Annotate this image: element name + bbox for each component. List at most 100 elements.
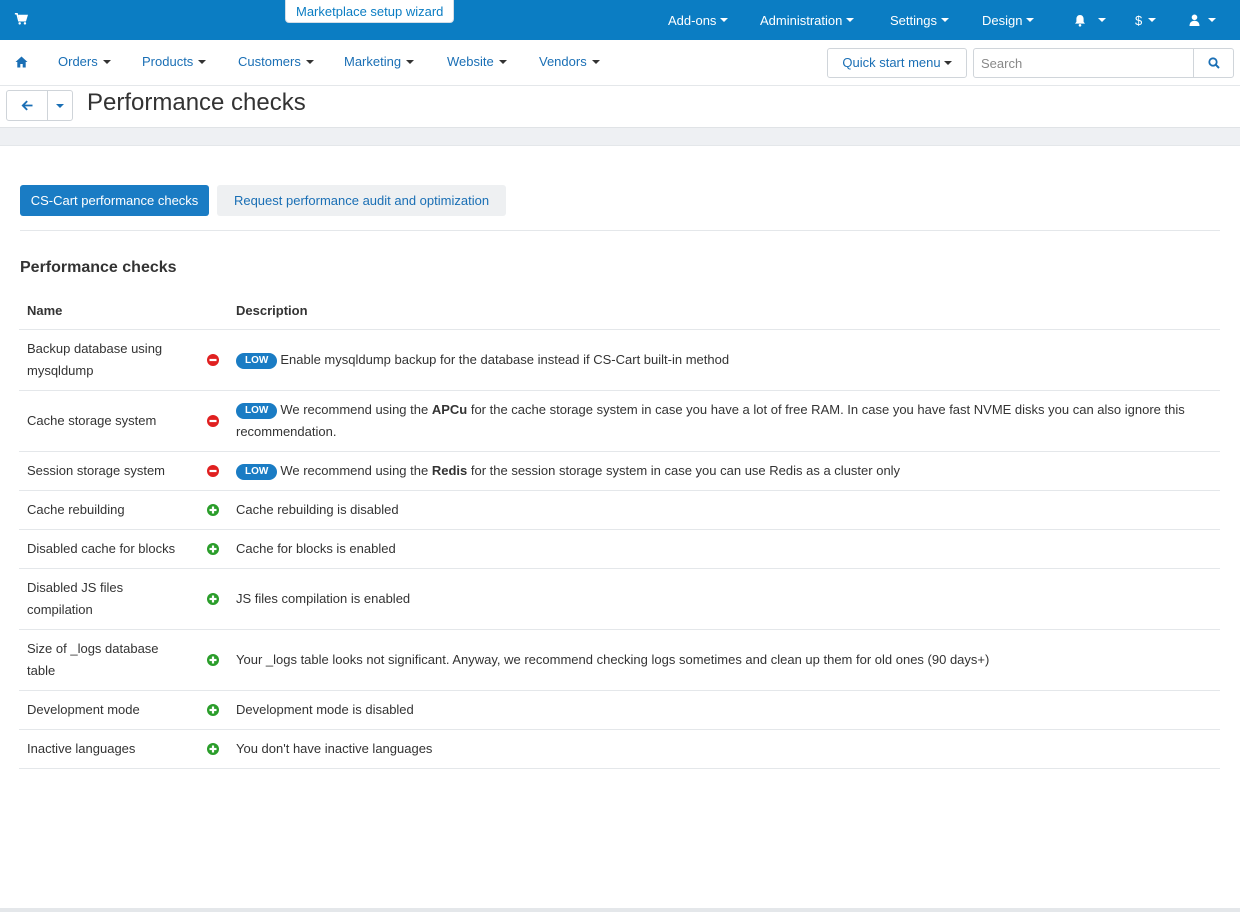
page-title: Performance checks xyxy=(87,89,306,116)
administration-menu-label: Administration xyxy=(760,12,843,28)
check-description: Development mode is disabled xyxy=(228,690,1220,730)
table-row: Cache storage system LOW We recommend usin… xyxy=(19,390,1220,452)
check-description: You don't have inactive languages xyxy=(228,729,1220,769)
nav-products[interactable]: Products xyxy=(142,40,207,84)
chevron-down-icon xyxy=(846,18,855,22)
check-description: LOW We recommend using the APCu for the c… xyxy=(228,390,1220,452)
description-text: We recommend using the xyxy=(280,401,432,417)
check-name: Size of _logs database table xyxy=(19,629,197,691)
tab-request-audit[interactable]: Request performance audit and optimizati… xyxy=(217,185,506,216)
check-status xyxy=(197,390,228,452)
nav-orders[interactable]: Orders xyxy=(58,40,111,84)
check-description: LOW We recommend using the Redis for the … xyxy=(228,451,1220,491)
chevron-down-icon xyxy=(198,60,207,64)
tab-performance-checks[interactable]: CS-Cart performance checks xyxy=(20,185,209,216)
addons-menu-label: Add-ons xyxy=(668,12,717,28)
column-header-name: Name xyxy=(19,292,197,330)
description-text: We recommend using the xyxy=(280,462,432,478)
check-status xyxy=(197,729,228,769)
severity-badge: LOW xyxy=(236,463,278,480)
check-name: Cache rebuilding xyxy=(19,490,197,530)
chevron-down-icon xyxy=(406,60,415,64)
nav-website[interactable]: Website xyxy=(447,40,507,84)
check-name: Disabled JS files compilation xyxy=(19,568,197,630)
table-row: Development mode Development mode is disa… xyxy=(19,690,1220,730)
check-description: Cache for blocks is enabled xyxy=(228,529,1220,569)
nav-vendors[interactable]: Vendors xyxy=(539,40,600,84)
marketplace-setup-wizard-button[interactable]: Marketplace setup wizard xyxy=(285,0,455,23)
chevron-down-icon[interactable] xyxy=(56,104,64,108)
description-text: Development mode is disabled xyxy=(236,701,414,717)
table-row: Cache rebuilding Cache rebuilding is disa… xyxy=(19,490,1220,530)
description-highlight: Redis xyxy=(431,462,468,478)
quick-start-label: Quick start menu xyxy=(842,55,941,70)
search-input[interactable] xyxy=(973,48,1194,78)
nav-marketing-label: Marketing xyxy=(344,54,402,69)
check-status xyxy=(197,329,228,391)
check-name: Disabled cache for blocks xyxy=(19,529,197,569)
home-icon[interactable] xyxy=(15,56,28,68)
arrow-left-icon[interactable] xyxy=(21,100,33,111)
description-text: You don't have inactive languages xyxy=(236,740,433,756)
table-header-row: Name Description xyxy=(19,292,1220,330)
addons-menu[interactable]: Add-ons xyxy=(668,0,729,40)
chevron-down-icon xyxy=(940,18,949,22)
chevron-down-icon xyxy=(1026,18,1035,22)
nav-marketing[interactable]: Marketing xyxy=(344,40,415,84)
check-description: JS files compilation is enabled xyxy=(228,568,1220,630)
nav-customers-label: Customers xyxy=(238,54,301,69)
plus-circle-icon xyxy=(206,704,219,717)
description-text: JS files compilation is enabled xyxy=(236,590,411,606)
search-icon xyxy=(1208,57,1220,69)
plus-circle-icon xyxy=(206,543,219,556)
table-row: Inactive languages You don't have inactiv… xyxy=(19,729,1220,769)
column-header-status xyxy=(197,292,228,330)
check-description: Your _logs table looks not significant. … xyxy=(228,629,1220,691)
bottom-border xyxy=(0,908,1240,912)
plus-circle-icon xyxy=(206,654,219,667)
chevron-down-icon xyxy=(1098,18,1106,22)
nav-orders-label: Orders xyxy=(58,54,98,69)
description-text: Cache for blocks is enabled xyxy=(236,540,396,556)
user-menu[interactable] xyxy=(1189,0,1216,40)
back-button-group xyxy=(6,90,73,121)
chevron-down-icon xyxy=(498,60,507,64)
notifications-menu[interactable] xyxy=(1074,0,1106,40)
performance-checks-table: Name Description Backup database using m… xyxy=(19,292,1220,769)
main-content: CS-Cart performance checks Request perfo… xyxy=(0,145,1240,908)
main-nav: Orders Products Customers Marketing Webs… xyxy=(0,40,1240,86)
settings-menu[interactable]: Settings xyxy=(890,0,949,40)
plus-circle-icon xyxy=(206,743,219,756)
severity-badge: LOW xyxy=(236,352,278,369)
settings-menu-label: Settings xyxy=(890,12,937,28)
design-menu-label: Design xyxy=(982,12,1023,28)
plus-circle-icon xyxy=(206,593,219,606)
divider xyxy=(20,230,1220,231)
column-header-description: Description xyxy=(228,292,1220,330)
quick-start-menu-button[interactable]: Quick start menu xyxy=(827,48,967,78)
check-status xyxy=(197,490,228,530)
check-status xyxy=(197,529,228,569)
table-row: Size of _logs database table Your _logs t… xyxy=(19,629,1220,691)
description-text: Enable mysqldump backup for the database… xyxy=(280,351,730,367)
minus-circle-icon xyxy=(206,465,219,478)
currency-label: $ xyxy=(1135,12,1143,28)
nav-products-label: Products xyxy=(142,54,194,69)
search-button[interactable] xyxy=(1193,48,1234,78)
nav-website-label: Website xyxy=(447,54,494,69)
table-row: Disabled JS files compilation JS files co… xyxy=(19,568,1220,630)
cart-icon[interactable] xyxy=(14,12,28,26)
administration-menu[interactable]: Administration xyxy=(760,0,855,40)
design-menu[interactable]: Design xyxy=(982,0,1035,40)
minus-circle-icon xyxy=(206,354,219,367)
description-highlight: APCu xyxy=(431,401,468,417)
nav-customers[interactable]: Customers xyxy=(238,40,314,84)
chevron-down-icon xyxy=(305,60,314,64)
currency-menu[interactable]: $ xyxy=(1135,0,1157,40)
section-title: Performance checks xyxy=(20,259,177,276)
chevron-down-icon xyxy=(943,61,952,65)
check-description: Cache rebuilding is disabled xyxy=(228,490,1220,530)
check-name: Development mode xyxy=(19,690,197,730)
check-name: Session storage system xyxy=(19,451,197,491)
chevron-down-icon xyxy=(102,60,111,64)
